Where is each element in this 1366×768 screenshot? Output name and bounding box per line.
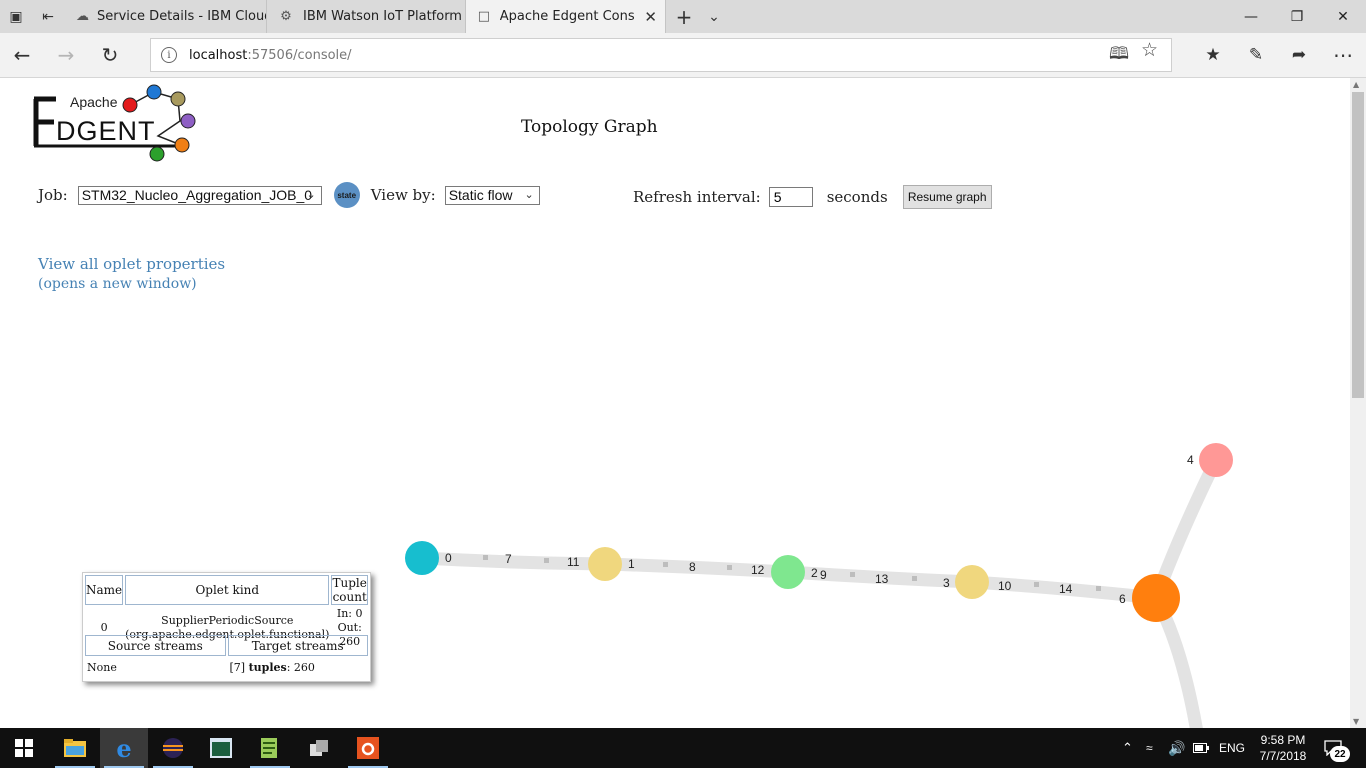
tab-preview-chevron-icon[interactable]: ⌄ (698, 0, 730, 33)
target-tuples-value: : 260 (286, 661, 315, 674)
node-label: 6 (1119, 592, 1126, 606)
link-marker (727, 565, 732, 570)
header-target-streams: Target streams (227, 635, 368, 656)
page-icon: □ (477, 9, 491, 24)
scroll-up-icon[interactable]: ▲ (1353, 80, 1359, 89)
tab-manager-icon[interactable]: ▣ (0, 0, 32, 33)
edge-browser-icon[interactable]: e (100, 728, 148, 768)
share-icon[interactable]: ➦ (1279, 39, 1319, 71)
link-marker (850, 572, 855, 577)
show-hidden-icons-chevron-icon[interactable]: ⌃ (1122, 728, 1133, 768)
virtual-machine-icon[interactable] (295, 728, 343, 768)
web-note-pen-icon[interactable]: ✎ (1236, 39, 1276, 71)
set-tabs-aside-icon[interactable]: ⇤ (32, 0, 64, 33)
tab-title: Service Details - IBM Cloud (97, 9, 267, 24)
header-source-streams: Source streams (85, 635, 226, 656)
edge-label: 9 (820, 568, 827, 582)
edge-label: 11 (567, 555, 580, 569)
graph-node-0[interactable] (405, 541, 439, 575)
eclipse-icon[interactable] (149, 728, 197, 768)
edge-label: 7 (505, 552, 512, 566)
address-bar-row: ← → ↻ i localhost:57506/console/ 🕮 ☆ ★ ✎… (0, 33, 1366, 78)
scroll-down-icon[interactable]: ▼ (1353, 717, 1359, 726)
node-label: 3 (943, 576, 950, 590)
node-label: 0 (445, 551, 452, 565)
graph-node-1[interactable] (588, 547, 622, 581)
link-marker (544, 558, 549, 563)
language-indicator[interactable]: ENG (1219, 728, 1245, 768)
node-label: 2 (811, 566, 818, 580)
clock-date: 7/7/2018 (1259, 749, 1307, 763)
restore-icon[interactable]: ❐ (1274, 0, 1320, 33)
back-arrow-icon[interactable]: ← (4, 39, 40, 71)
favorites-hub-icon[interactable]: ★ (1193, 39, 1233, 71)
header-oplet-kind: Oplet kind (125, 575, 330, 605)
refresh-icon[interactable]: ↻ (92, 39, 128, 71)
header-name: Name (85, 575, 124, 605)
notepad-icon[interactable] (246, 728, 294, 768)
favorite-star-icon[interactable]: ☆ (1141, 39, 1158, 61)
minimize-icon[interactable]: — (1228, 0, 1274, 33)
windows-start-icon[interactable] (0, 728, 48, 768)
new-tab-icon[interactable]: + (668, 0, 700, 33)
graph-node-2[interactable] (771, 555, 805, 589)
reading-view-icon[interactable]: 🕮 (1109, 41, 1129, 70)
edge-label: 12 (751, 563, 765, 577)
more-options-icon[interactable]: ⋯ (1323, 39, 1363, 71)
edge-label: 14 (1059, 582, 1073, 596)
link-marker (1034, 582, 1039, 587)
tab-watson-iot[interactable]: ⚙ IBM Watson IoT Platform (267, 0, 466, 33)
clock[interactable]: 9:58 PM 7/7/2018 (1252, 728, 1314, 768)
node-label: 1 (628, 557, 635, 571)
target-streams-value: [7] tuples: 260 (228, 658, 369, 675)
oplet-tooltip: Name Oplet kind Tuple count 0 SupplierPe… (82, 572, 371, 682)
volume-icon[interactable]: 🔊 (1168, 728, 1185, 768)
url-path: :57506/console/ (247, 47, 352, 63)
windows-taskbar: e ⌃ ≈ 🔊 ENG 9:58 PM 7/7/2018 22 (0, 728, 1366, 768)
url-host: localhost (189, 47, 248, 63)
oplet-kind-class: SupplierPeriodicSource (161, 614, 294, 627)
wifi-icon[interactable]: ≈ (1146, 728, 1153, 768)
graph-links (415, 453, 1223, 728)
page-content: Apache DGENT Topology Graph Job: STM32_N… (0, 78, 1350, 728)
graph-node-3[interactable] (955, 565, 989, 599)
tab-title: Apache Edgent Console (499, 9, 635, 24)
target-tuples-label: tuples (248, 661, 287, 674)
clock-time: 9:58 PM (1260, 733, 1306, 747)
notification-count-badge: 22 (1330, 746, 1350, 762)
link-marker (1096, 586, 1101, 591)
graph-node-6[interactable] (1132, 574, 1180, 622)
battery-icon[interactable] (1193, 728, 1209, 768)
link-marker (912, 576, 917, 581)
cloud-icon: ☁ (76, 9, 89, 24)
tab-service-details[interactable]: ☁ Service Details - IBM Cloud (66, 0, 267, 33)
tab-edgent-console[interactable]: □ Apache Edgent Console ✕ (466, 0, 666, 33)
file-explorer-icon[interactable] (51, 728, 99, 768)
tuple-count-in: In: 0 (336, 607, 363, 620)
edge-label: 10 (998, 579, 1012, 593)
browser-tab-bar: ▣ ⇤ ☁ Service Details - IBM Cloud ⚙ IBM … (0, 0, 1366, 33)
terminal-app-icon[interactable] (197, 728, 245, 768)
edge-label: 13 (875, 572, 889, 586)
url-field[interactable]: i localhost:57506/console/ (150, 38, 1172, 72)
link-marker (663, 562, 668, 567)
tab-title: IBM Watson IoT Platform (303, 9, 462, 24)
page-scrollbar[interactable]: ▲ ▼ (1350, 78, 1366, 728)
scrollbar-thumb[interactable] (1352, 92, 1364, 398)
node-label: 4 (1187, 453, 1194, 467)
header-tuple-count: Tuple count (331, 575, 368, 605)
edge-label: 8 (689, 560, 696, 574)
streams-table: Source streams Target streams None [7] t… (83, 633, 370, 677)
forward-arrow-icon[interactable]: → (48, 39, 84, 71)
target-stream-id: [7] (229, 661, 246, 674)
site-info-icon[interactable]: i (161, 47, 177, 63)
source-streams-value: None (87, 661, 117, 674)
close-window-icon[interactable]: ✕ (1320, 0, 1366, 33)
link-marker (483, 555, 488, 560)
watson-iot-icon: ⚙ (280, 9, 292, 24)
camera-app-icon[interactable] (344, 728, 392, 768)
close-tab-icon[interactable]: ✕ (644, 8, 657, 26)
graph-node-4[interactable] (1199, 443, 1233, 477)
